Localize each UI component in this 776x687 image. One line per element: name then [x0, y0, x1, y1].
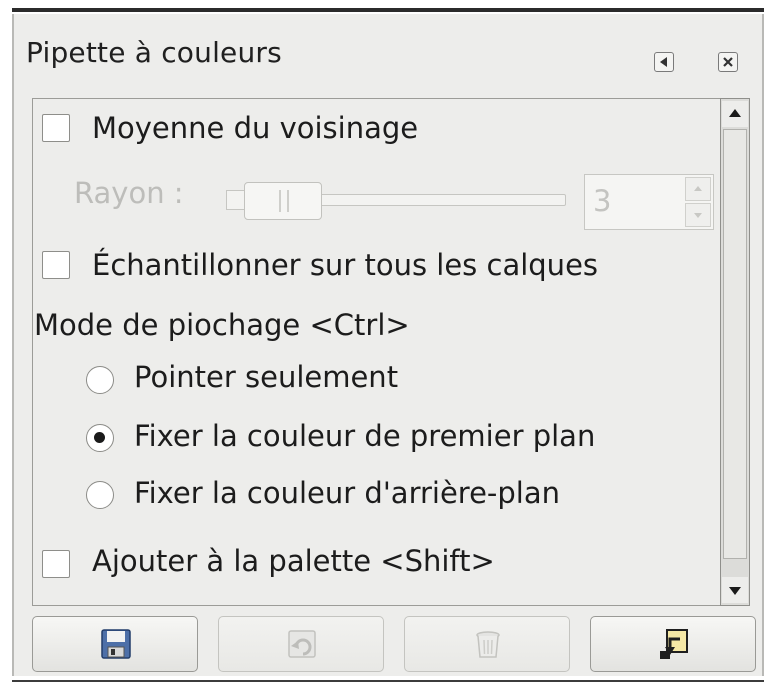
radius-value: 3: [593, 184, 612, 218]
dock-title: Pipette à couleurs: [26, 36, 282, 69]
top-border: [12, 8, 764, 12]
add-to-palette-checkbox[interactable]: [42, 550, 70, 578]
tab-menu-icon[interactable]: [654, 52, 674, 72]
restore-icon: [288, 630, 316, 658]
pick-mode-option-label: Fixer la couleur d'arrière-plan: [134, 476, 561, 510]
sample-merged-checkbox[interactable]: [42, 251, 70, 279]
reset-icon: [660, 629, 688, 659]
radius-label: Rayon :: [74, 176, 184, 210]
save-icon: [101, 629, 131, 659]
tool-options-dock: Pipette à couleurs Moyenne du voisinage …: [12, 14, 764, 676]
spin-up-icon: [685, 177, 711, 201]
radius-spinbox: 3: [584, 174, 714, 230]
reset-button[interactable]: [590, 616, 756, 672]
save-button[interactable]: [32, 616, 198, 672]
scroll-up-button[interactable]: [722, 101, 748, 127]
pick-mode-option-label: Pointer seulement: [134, 360, 399, 394]
radius-slider-handle: [244, 182, 322, 220]
spin-down-icon: [685, 203, 711, 227]
scroll-thumb[interactable]: [723, 129, 747, 559]
add-to-palette-label: Ajouter à la palette <Shift>: [92, 544, 495, 578]
dock-titlebar: Pipette à couleurs: [14, 14, 762, 94]
sample-average-checkbox[interactable]: [42, 114, 70, 142]
pick-mode-option-label: Fixer la couleur de premier plan: [134, 419, 596, 453]
radius-slider-end: [226, 190, 246, 210]
pick-mode-radio-background[interactable]: [86, 481, 114, 509]
pick-mode-heading: Mode de piochage <Ctrl>: [34, 308, 410, 342]
pick-mode-radio-pick-only[interactable]: [86, 366, 114, 394]
delete-icon: [476, 631, 500, 658]
sample-merged-label: Échantillonner sur tous les calques: [92, 248, 599, 282]
bottom-border: [0, 680, 776, 687]
restore-button[interactable]: [218, 616, 384, 672]
close-icon[interactable]: [718, 52, 738, 72]
delete-button[interactable]: [404, 616, 570, 672]
button-bar: [32, 614, 758, 676]
vertical-scrollbar[interactable]: [720, 98, 750, 606]
pick-mode-radio-foreground[interactable]: [86, 424, 114, 452]
scroll-down-button[interactable]: [722, 577, 748, 603]
sample-average-label: Moyenne du voisinage: [92, 111, 419, 145]
